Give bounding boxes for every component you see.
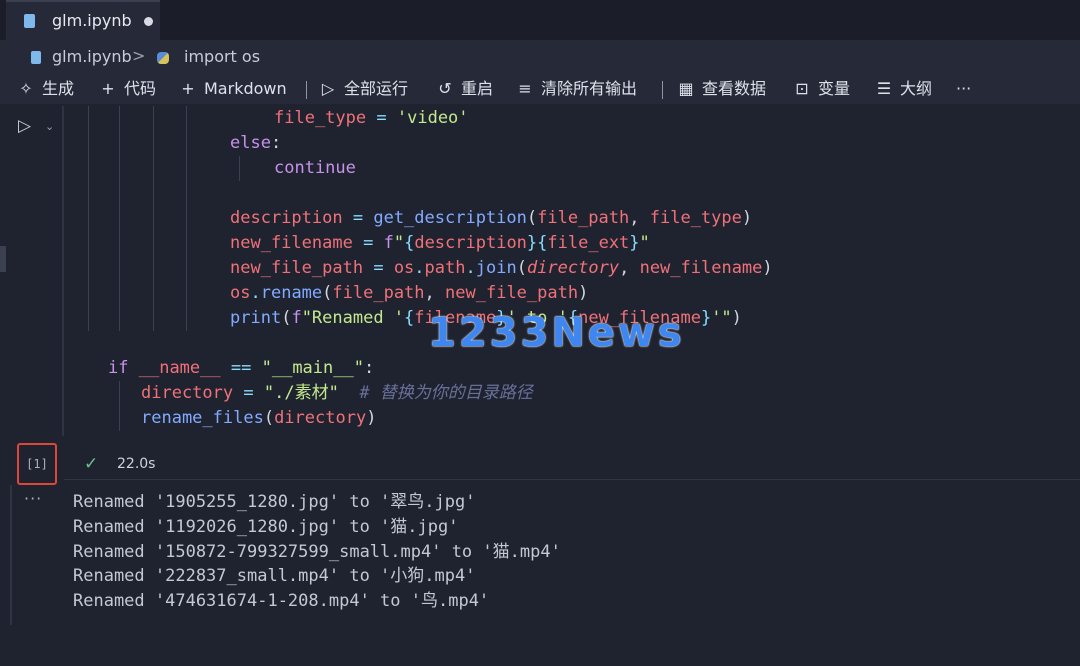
tab-glm-ipynb[interactable]: glm.ipynb bbox=[6, 0, 160, 40]
toolbar-divider bbox=[662, 81, 663, 99]
indent-guide bbox=[239, 156, 240, 181]
code-editor[interactable]: file_type = 'video' else: continue descr… bbox=[64, 106, 1080, 436]
toolbar-divider bbox=[306, 81, 307, 99]
code-line: if __name__ == "__main__": bbox=[108, 358, 375, 378]
outline-button[interactable]: ☰ 大纲 bbox=[874, 77, 932, 101]
run-cell-icon[interactable]: ▷ bbox=[18, 116, 31, 136]
unsaved-dot-icon[interactable] bbox=[144, 17, 153, 26]
breadcrumb: glm.ipynb > import os bbox=[0, 40, 1080, 74]
add-code-button[interactable]: + 代码 bbox=[98, 77, 156, 101]
more-actions-button[interactable]: ··· bbox=[956, 77, 971, 101]
output-line: Renamed '222837_small.mp4' to '小狗.mp4' bbox=[73, 566, 476, 587]
output-divider bbox=[64, 479, 1080, 480]
code-line: rename_files(directory) bbox=[141, 408, 377, 428]
more-icon: ··· bbox=[956, 79, 972, 98]
clear-outputs-button[interactable]: ≡ 清除所有输出 bbox=[515, 77, 637, 101]
breadcrumb-separator: > bbox=[132, 46, 146, 65]
run-all-button[interactable]: ▷ 全部运行 bbox=[318, 77, 408, 101]
output-line: Renamed '1192026_1280.jpg' to '猫.jpg' bbox=[73, 516, 459, 537]
python-icon bbox=[157, 52, 169, 64]
list-icon: ☰ bbox=[876, 79, 892, 98]
plus-icon: + bbox=[181, 79, 195, 98]
outline-label: 大纲 bbox=[900, 79, 933, 98]
execution-time: 22.0s bbox=[117, 456, 156, 472]
indent-guide bbox=[119, 106, 120, 331]
add-markdown-button[interactable]: + Markdown bbox=[178, 77, 287, 101]
code-line: continue bbox=[274, 158, 356, 178]
add-markdown-label: Markdown bbox=[204, 79, 287, 98]
editor-tab-bar: glm.ipynb bbox=[0, 0, 1080, 40]
output-actions-button[interactable]: ··· bbox=[24, 489, 42, 508]
code-line: new_filename = f"{description}{file_ext}… bbox=[230, 233, 650, 253]
code-line: new_file_path = os.path.join(directory, … bbox=[230, 258, 773, 278]
breadcrumb-file[interactable]: glm.ipynb bbox=[52, 47, 132, 66]
code-line: file_type = 'video' bbox=[274, 108, 469, 128]
indent-guide bbox=[88, 106, 89, 331]
view-data-button[interactable]: ▦ 查看数据 bbox=[676, 77, 766, 101]
run-all-icon: ▷ bbox=[321, 79, 335, 98]
tab-label: glm.ipynb bbox=[52, 11, 132, 30]
cell-output: Renamed '1905255_1280.jpg' to '翠鸟.jpg' R… bbox=[73, 490, 561, 614]
code-line: description = get_description(file_path,… bbox=[230, 208, 753, 228]
chevron-down-icon[interactable]: ⌄ bbox=[45, 120, 54, 133]
generate-label: 生成 bbox=[42, 79, 75, 98]
variables-label: 变量 bbox=[818, 79, 851, 98]
clear-outputs-label: 清除所有输出 bbox=[541, 79, 638, 98]
code-line: os.rename(file_path, new_file_path) bbox=[230, 283, 589, 303]
variables-icon: ⊡ bbox=[795, 79, 809, 98]
output-line: Renamed '150872-799327599_small.mp4' to … bbox=[73, 541, 561, 562]
indent-guide bbox=[153, 106, 154, 331]
watermark-logo: 1233News bbox=[428, 310, 685, 356]
restart-icon: ↺ bbox=[438, 79, 452, 98]
plus-icon: + bbox=[101, 79, 115, 98]
notebook-file-icon bbox=[31, 51, 41, 64]
code-line: else: bbox=[230, 133, 282, 153]
output-focus-bar bbox=[10, 485, 12, 625]
breadcrumb-symbol[interactable]: import os bbox=[184, 47, 260, 66]
restart-button[interactable]: ↺ 重启 bbox=[435, 77, 493, 101]
table-icon: ▦ bbox=[678, 79, 694, 98]
sparkle-icon: ✧ bbox=[19, 79, 33, 98]
output-line: Renamed '474631674-1-208.mp4' to '鸟.mp4' bbox=[73, 591, 490, 612]
variables-button[interactable]: ⊡ 变量 bbox=[792, 77, 850, 101]
add-code-label: 代码 bbox=[124, 79, 157, 98]
indent-guide bbox=[186, 106, 187, 331]
code-line: directory = "./素材" # 替换为你的目录路径 bbox=[141, 383, 533, 403]
generate-button[interactable]: ✧ 生成 bbox=[16, 77, 74, 101]
view-data-label: 查看数据 bbox=[702, 79, 767, 98]
clear-all-icon: ≡ bbox=[518, 79, 532, 98]
check-icon: ✓ bbox=[84, 454, 99, 474]
output-line: Renamed '1905255_1280.jpg' to '翠鸟.jpg' bbox=[73, 492, 476, 512]
indent-guide bbox=[119, 381, 120, 431]
run-all-label: 全部运行 bbox=[344, 79, 409, 98]
notebook-toolbar: ✧ 生成 + 代码 + Markdown ▷ 全部运行 ↺ 重启 ≡ 清除所有输出 ▦ 查看数… bbox=[0, 74, 1080, 104]
execution-count: [1] bbox=[17, 443, 57, 485]
notebook-file-icon bbox=[24, 14, 35, 28]
scrollbar-thumb[interactable] bbox=[0, 246, 6, 272]
restart-label: 重启 bbox=[461, 79, 494, 98]
